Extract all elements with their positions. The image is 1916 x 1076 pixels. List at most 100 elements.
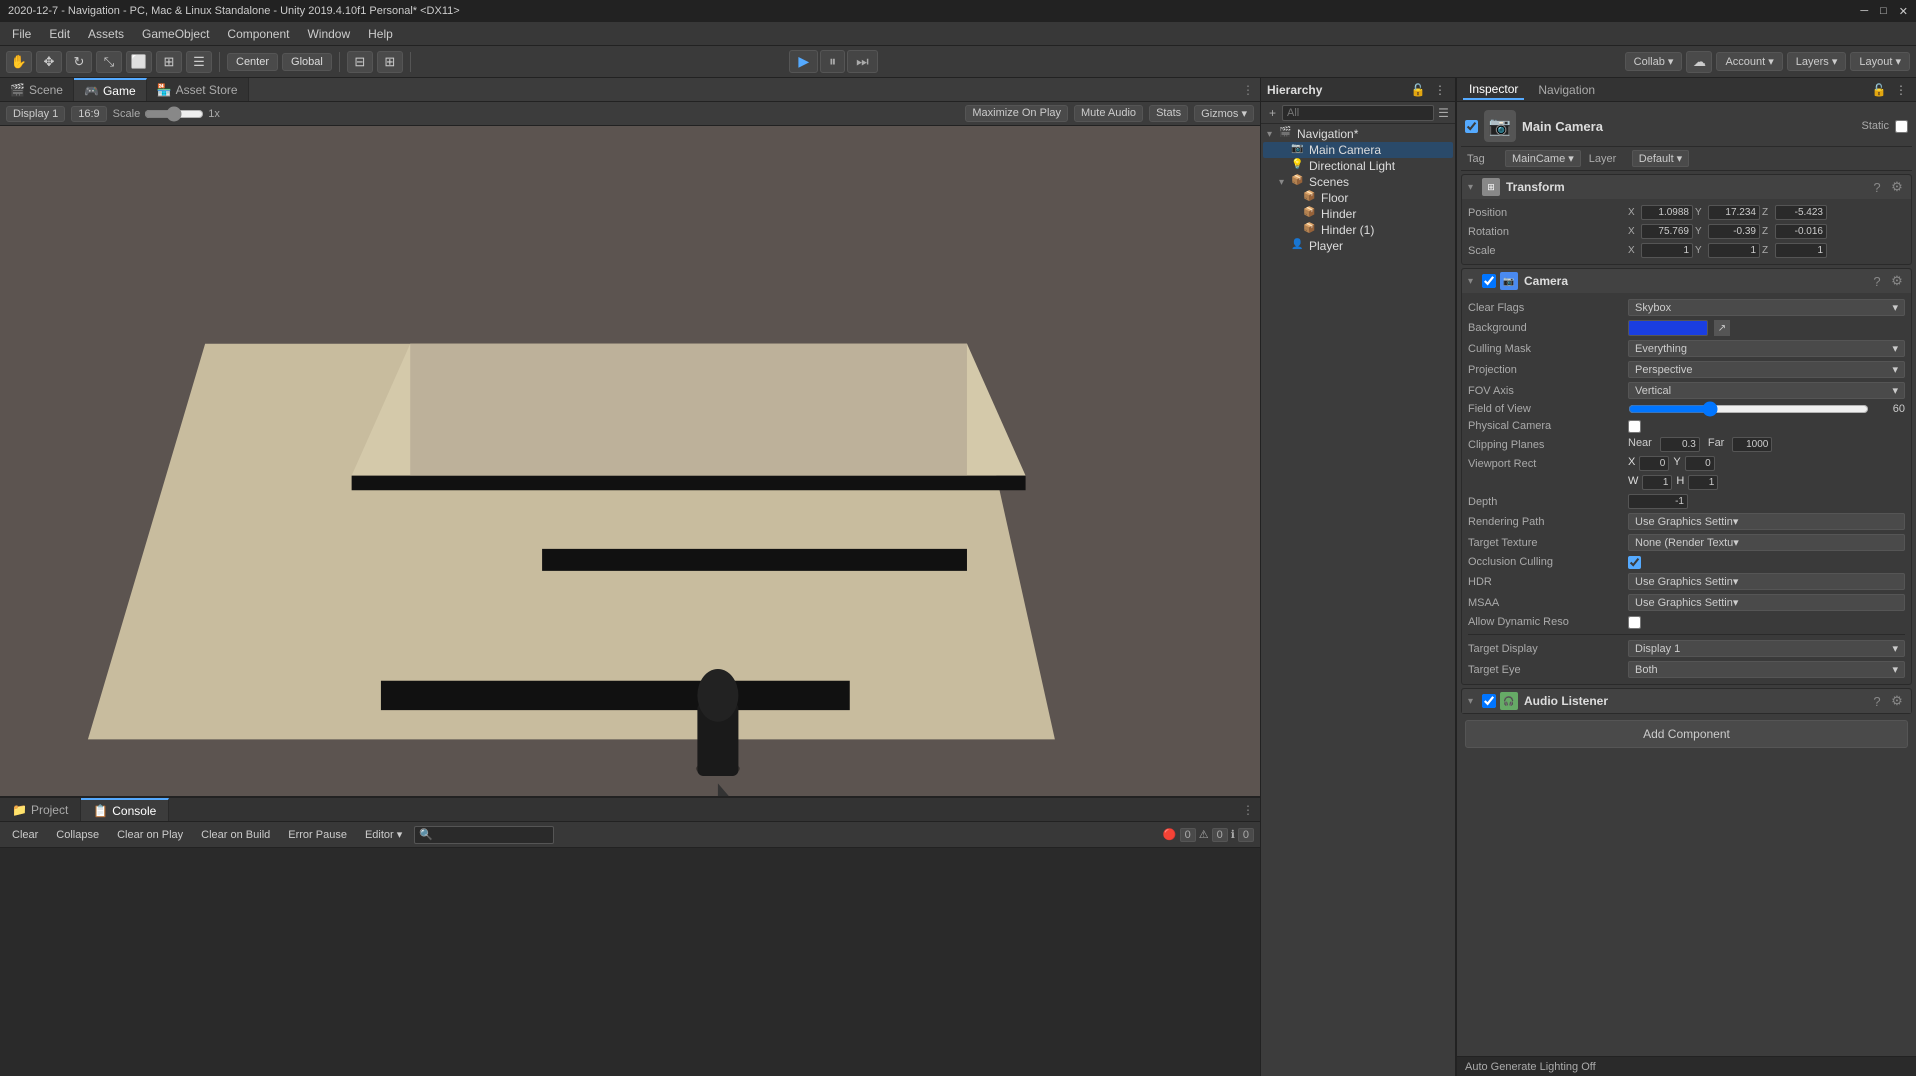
audio-listener-settings-btn[interactable]: ⚙ (1889, 693, 1905, 709)
pivot-global-btn[interactable]: Global (282, 53, 332, 71)
menu-assets[interactable]: Assets (80, 25, 132, 43)
stats-btn[interactable]: Stats (1149, 105, 1188, 122)
occlusion-checkbox[interactable] (1628, 556, 1641, 569)
scale-x-input[interactable] (1641, 243, 1693, 258)
near-input[interactable] (1660, 437, 1700, 452)
target-texture-dropdown[interactable]: None (Render Textu▾ (1628, 534, 1905, 551)
pause-btn[interactable]: ⏸ (820, 50, 845, 73)
transform-info-btn[interactable]: ? (1869, 179, 1885, 195)
gameobject-active-checkbox[interactable] (1465, 120, 1478, 133)
layout-btn[interactable]: Layout ▾ (1850, 52, 1910, 71)
vp-h-input[interactable] (1688, 475, 1718, 490)
maximize-btn[interactable]: □ (1880, 5, 1887, 18)
msaa-dropdown[interactable]: Use Graphics Settin▾ (1628, 594, 1905, 611)
pos-x-input[interactable] (1641, 205, 1693, 220)
rendering-path-dropdown[interactable]: Use Graphics Settin▾ (1628, 513, 1905, 530)
tab-game[interactable]: 🎮 Game (74, 78, 147, 101)
static-checkbox[interactable] (1895, 120, 1908, 133)
console-search-input[interactable] (414, 826, 554, 844)
far-input[interactable] (1732, 437, 1772, 452)
camera-settings-btn[interactable]: ⚙ (1889, 273, 1905, 289)
hierarchy-item-navigation[interactable]: ▾ 🎬 Navigation* (1263, 126, 1453, 142)
collab-btn[interactable]: Collab ▾ (1625, 52, 1683, 71)
inspector-menu-btn[interactable]: ⋮ (1892, 81, 1910, 99)
menu-help[interactable]: Help (360, 25, 401, 43)
hierarchy-item-floor[interactable]: 📦 Floor (1263, 190, 1453, 206)
layers-btn[interactable]: Layers ▾ (1787, 52, 1847, 71)
gizmos-btn[interactable]: Gizmos ▾ (1194, 105, 1254, 122)
clear-on-play-btn[interactable]: Clear on Play (111, 828, 189, 842)
minimize-btn[interactable]: ─ (1860, 5, 1868, 18)
bottom-options-btn[interactable]: ⋮ (1236, 803, 1260, 817)
tab-asset-store[interactable]: 🏪 Asset Store (147, 78, 249, 101)
target-display-dropdown[interactable]: Display 1 ▾ (1628, 640, 1905, 657)
vp-y-input[interactable] (1685, 456, 1715, 471)
background-color-picker-btn[interactable]: ↗ (1714, 320, 1730, 336)
clear-on-build-btn[interactable]: Clear on Build (195, 828, 276, 842)
hierarchy-menu-btn[interactable]: ⋮ (1431, 81, 1449, 99)
depth-input[interactable] (1628, 494, 1688, 509)
allow-dynamic-checkbox[interactable] (1628, 616, 1641, 629)
clear-flags-dropdown[interactable]: Skybox ▾ (1628, 299, 1905, 316)
close-btn[interactable]: ✕ (1899, 5, 1908, 18)
move-tool-btn[interactable]: ✥ (36, 51, 62, 73)
camera-enabled-checkbox[interactable] (1482, 274, 1496, 288)
menu-gameobject[interactable]: GameObject (134, 25, 217, 43)
projection-dropdown[interactable]: Perspective ▾ (1628, 361, 1905, 378)
rot-x-input[interactable] (1641, 224, 1693, 239)
tab-scene[interactable]: 🎬 Scene (0, 78, 74, 101)
transform-header[interactable]: ▾ ⊞ Transform ? ⚙ (1462, 175, 1911, 199)
scale-tool-btn[interactable]: ⤡ (96, 51, 122, 73)
hierarchy-item-hinder[interactable]: 📦 Hinder (1263, 206, 1453, 222)
mute-audio-btn[interactable]: Mute Audio (1074, 105, 1143, 122)
play-btn[interactable]: ▶ (789, 50, 818, 73)
camera-header[interactable]: ▾ 📷 Camera ? ⚙ (1462, 269, 1911, 293)
error-pause-btn[interactable]: Error Pause (282, 828, 353, 842)
hierarchy-search-input[interactable] (1282, 105, 1434, 121)
tag-dropdown[interactable]: MainCame ▾ (1505, 150, 1581, 167)
step-btn[interactable]: ⏭ (847, 50, 878, 73)
clear-btn[interactable]: Clear (6, 828, 44, 842)
vp-x-input[interactable] (1639, 456, 1669, 471)
pivot-center-btn[interactable]: Center (227, 53, 278, 71)
audio-listener-info-btn[interactable]: ? (1869, 693, 1885, 709)
hand-tool-btn[interactable]: ✋ (6, 51, 32, 73)
pos-z-input[interactable] (1775, 205, 1827, 220)
menu-edit[interactable]: Edit (41, 25, 78, 43)
audio-listener-enabled-checkbox[interactable] (1482, 694, 1496, 708)
hierarchy-item-player[interactable]: 👤 Player (1263, 238, 1453, 254)
cloud-btn[interactable]: ☁ (1686, 51, 1712, 73)
hierarchy-lock-btn[interactable]: 🔓 (1409, 81, 1427, 99)
view-options-btn[interactable]: ⋮ (1236, 83, 1260, 97)
rot-y-input[interactable] (1708, 224, 1760, 239)
scale-slider[interactable] (144, 106, 204, 122)
maximize-on-play-btn[interactable]: Maximize On Play (965, 105, 1068, 122)
display-selector[interactable]: Display 1 (6, 106, 65, 122)
scale-z-input[interactable] (1775, 243, 1827, 258)
physical-camera-checkbox[interactable] (1628, 420, 1641, 433)
rect-tool-btn[interactable]: ⬜ (126, 51, 152, 73)
hierarchy-item-hinder-1[interactable]: 📦 Hinder (1) (1263, 222, 1453, 238)
tab-console[interactable]: 📋 Console (81, 798, 169, 821)
inspector-tab-navigation[interactable]: Navigation (1532, 81, 1601, 99)
rot-z-input[interactable] (1775, 224, 1827, 239)
background-color-swatch[interactable] (1628, 320, 1708, 336)
grid-btn[interactable]: ⊞ (377, 51, 403, 73)
hierarchy-item-main-camera[interactable]: 📷 Main Camera (1263, 142, 1453, 158)
menu-file[interactable]: File (4, 25, 39, 43)
pos-y-input[interactable] (1708, 205, 1760, 220)
transform-tool-btn[interactable]: ⊞ (156, 51, 182, 73)
rotate-tool-btn[interactable]: ↻ (66, 51, 92, 73)
fov-slider[interactable] (1628, 403, 1869, 415)
vp-w-input[interactable] (1642, 475, 1672, 490)
transform-settings-btn[interactable]: ⚙ (1889, 179, 1905, 195)
layer-dropdown[interactable]: Default ▾ (1632, 150, 1689, 167)
account-btn[interactable]: Account ▾ (1716, 52, 1782, 71)
audio-listener-header[interactable]: ▾ 🎧 Audio Listener ? ⚙ (1462, 689, 1911, 713)
hierarchy-add-btn[interactable]: + (1265, 104, 1280, 122)
hierarchy-item-scenes[interactable]: ▾ 📦 Scenes (1263, 174, 1453, 190)
menu-component[interactable]: Component (219, 25, 297, 43)
hdr-dropdown[interactable]: Use Graphics Settin▾ (1628, 573, 1905, 590)
target-eye-dropdown[interactable]: Both ▾ (1628, 661, 1905, 678)
fov-axis-dropdown[interactable]: Vertical ▾ (1628, 382, 1905, 399)
